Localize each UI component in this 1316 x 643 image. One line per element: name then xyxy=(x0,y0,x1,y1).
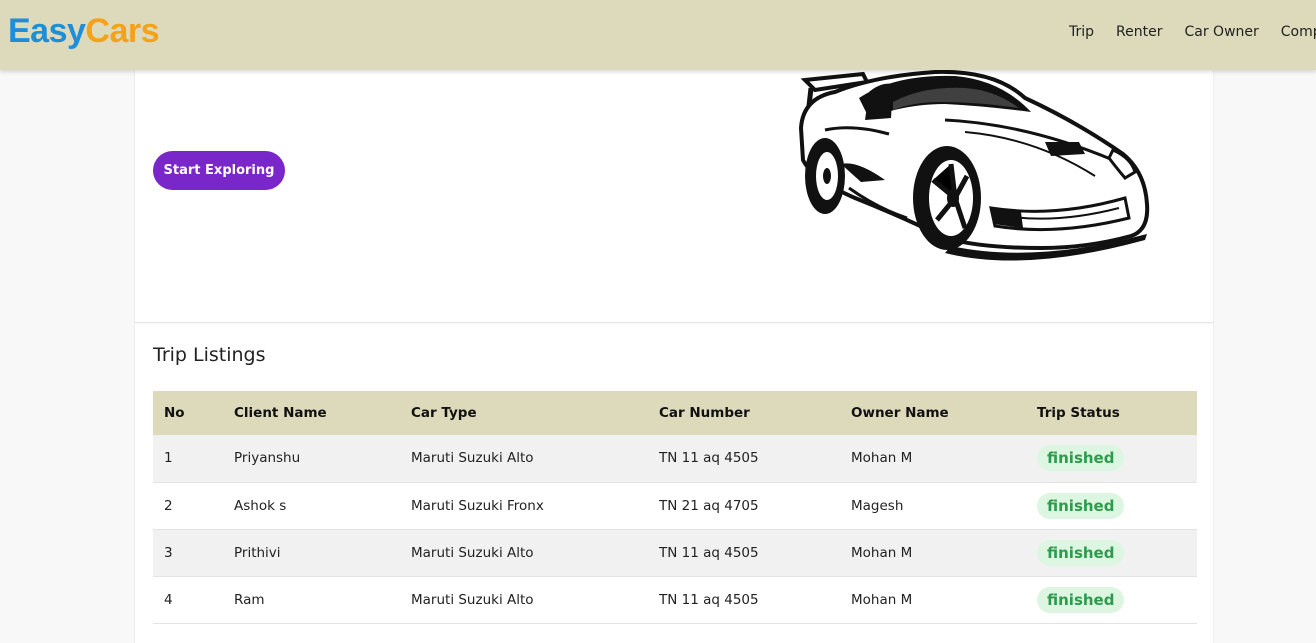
status-badge: finished xyxy=(1037,492,1125,519)
cell-car-number: TN 11 aq 4505 xyxy=(659,450,759,467)
table-row: 2 Ashok s Maruti Suzuki Fronx TN 21 aq 4… xyxy=(153,482,1197,529)
col-header-car-type: Car Type xyxy=(411,405,477,421)
cell-owner-name: Mohan M xyxy=(851,450,913,467)
table-row: 1 Priyanshu Maruti Suzuki Alto TN 11 aq … xyxy=(153,435,1197,482)
col-header-trip-status: Trip Status xyxy=(1037,405,1120,421)
cell-no: 4 xyxy=(164,591,173,608)
table-header-row: No Client Name Car Type Car Number Owner… xyxy=(153,391,1197,435)
start-exploring-button[interactable]: Start Exploring xyxy=(153,151,285,190)
cell-no: 2 xyxy=(164,497,173,514)
status-badge: finished xyxy=(1037,445,1125,472)
trip-listings-panel: Trip Listings No Client Name Car Type Ca… xyxy=(134,324,1214,643)
top-navbar: EasyCars Trip Renter Car Owner Complaint… xyxy=(0,0,1316,70)
cell-trip-status: finished xyxy=(1026,435,1197,482)
col-header-owner-name: Owner Name xyxy=(851,405,949,421)
cell-owner-name: Magesh xyxy=(851,497,904,514)
cell-car-number: TN 11 aq 4505 xyxy=(659,544,759,561)
col-header-car-number: Car Number xyxy=(659,405,750,421)
nav-link-trip[interactable]: Trip xyxy=(1069,24,1094,40)
cell-client-name: Ashok s xyxy=(234,497,287,514)
col-header-no: No xyxy=(164,405,185,421)
cell-no: 3 xyxy=(164,544,173,561)
cell-client-name: Priyanshu xyxy=(234,450,301,467)
col-header-client-name: Client Name xyxy=(234,405,327,421)
main-nav: Trip Renter Car Owner Complaints xyxy=(1069,24,1316,40)
status-badge: finished xyxy=(1037,539,1125,566)
cell-car-type: Maruti Suzuki Alto xyxy=(411,450,534,467)
cell-client-name: Ram xyxy=(234,591,265,608)
table-row: 3 Prithivi Maruti Suzuki Alto TN 11 aq 4… xyxy=(153,529,1197,576)
cell-trip-status: finished xyxy=(1026,482,1197,529)
cell-car-type: Maruti Suzuki Alto xyxy=(411,591,534,608)
trip-listings-title: Trip Listings xyxy=(153,344,266,366)
brand-logo-cars: Cars xyxy=(85,12,160,50)
cell-trip-status: finished xyxy=(1026,576,1197,623)
cell-car-type: Maruti Suzuki Alto xyxy=(411,544,534,561)
table-row: 4 Ram Maruti Suzuki Alto TN 11 aq 4505 M… xyxy=(153,576,1197,623)
brand-logo[interactable]: EasyCars xyxy=(8,12,160,51)
nav-link-renter[interactable]: Renter xyxy=(1116,24,1162,40)
hero-section: Start Exploring xyxy=(134,69,1214,323)
cell-trip-status: finished xyxy=(1026,529,1197,576)
nav-link-complaints[interactable]: Complaints xyxy=(1281,24,1316,40)
cell-client-name: Prithivi xyxy=(234,544,281,561)
status-badge: finished xyxy=(1037,586,1125,613)
cell-owner-name: Mohan M xyxy=(851,591,913,608)
cell-car-number: TN 21 aq 4705 xyxy=(659,497,759,514)
cell-car-type: Maruti Suzuki Fronx xyxy=(411,497,544,514)
cell-car-number: TN 11 aq 4505 xyxy=(659,591,759,608)
cell-no: 1 xyxy=(164,450,173,467)
sports-car-illustration xyxy=(798,69,1150,261)
nav-link-car-owner[interactable]: Car Owner xyxy=(1184,24,1258,40)
trip-listings-table: No Client Name Car Type Car Number Owner… xyxy=(153,391,1197,624)
cell-owner-name: Mohan M xyxy=(851,544,913,561)
brand-logo-easy: Easy xyxy=(8,12,86,50)
